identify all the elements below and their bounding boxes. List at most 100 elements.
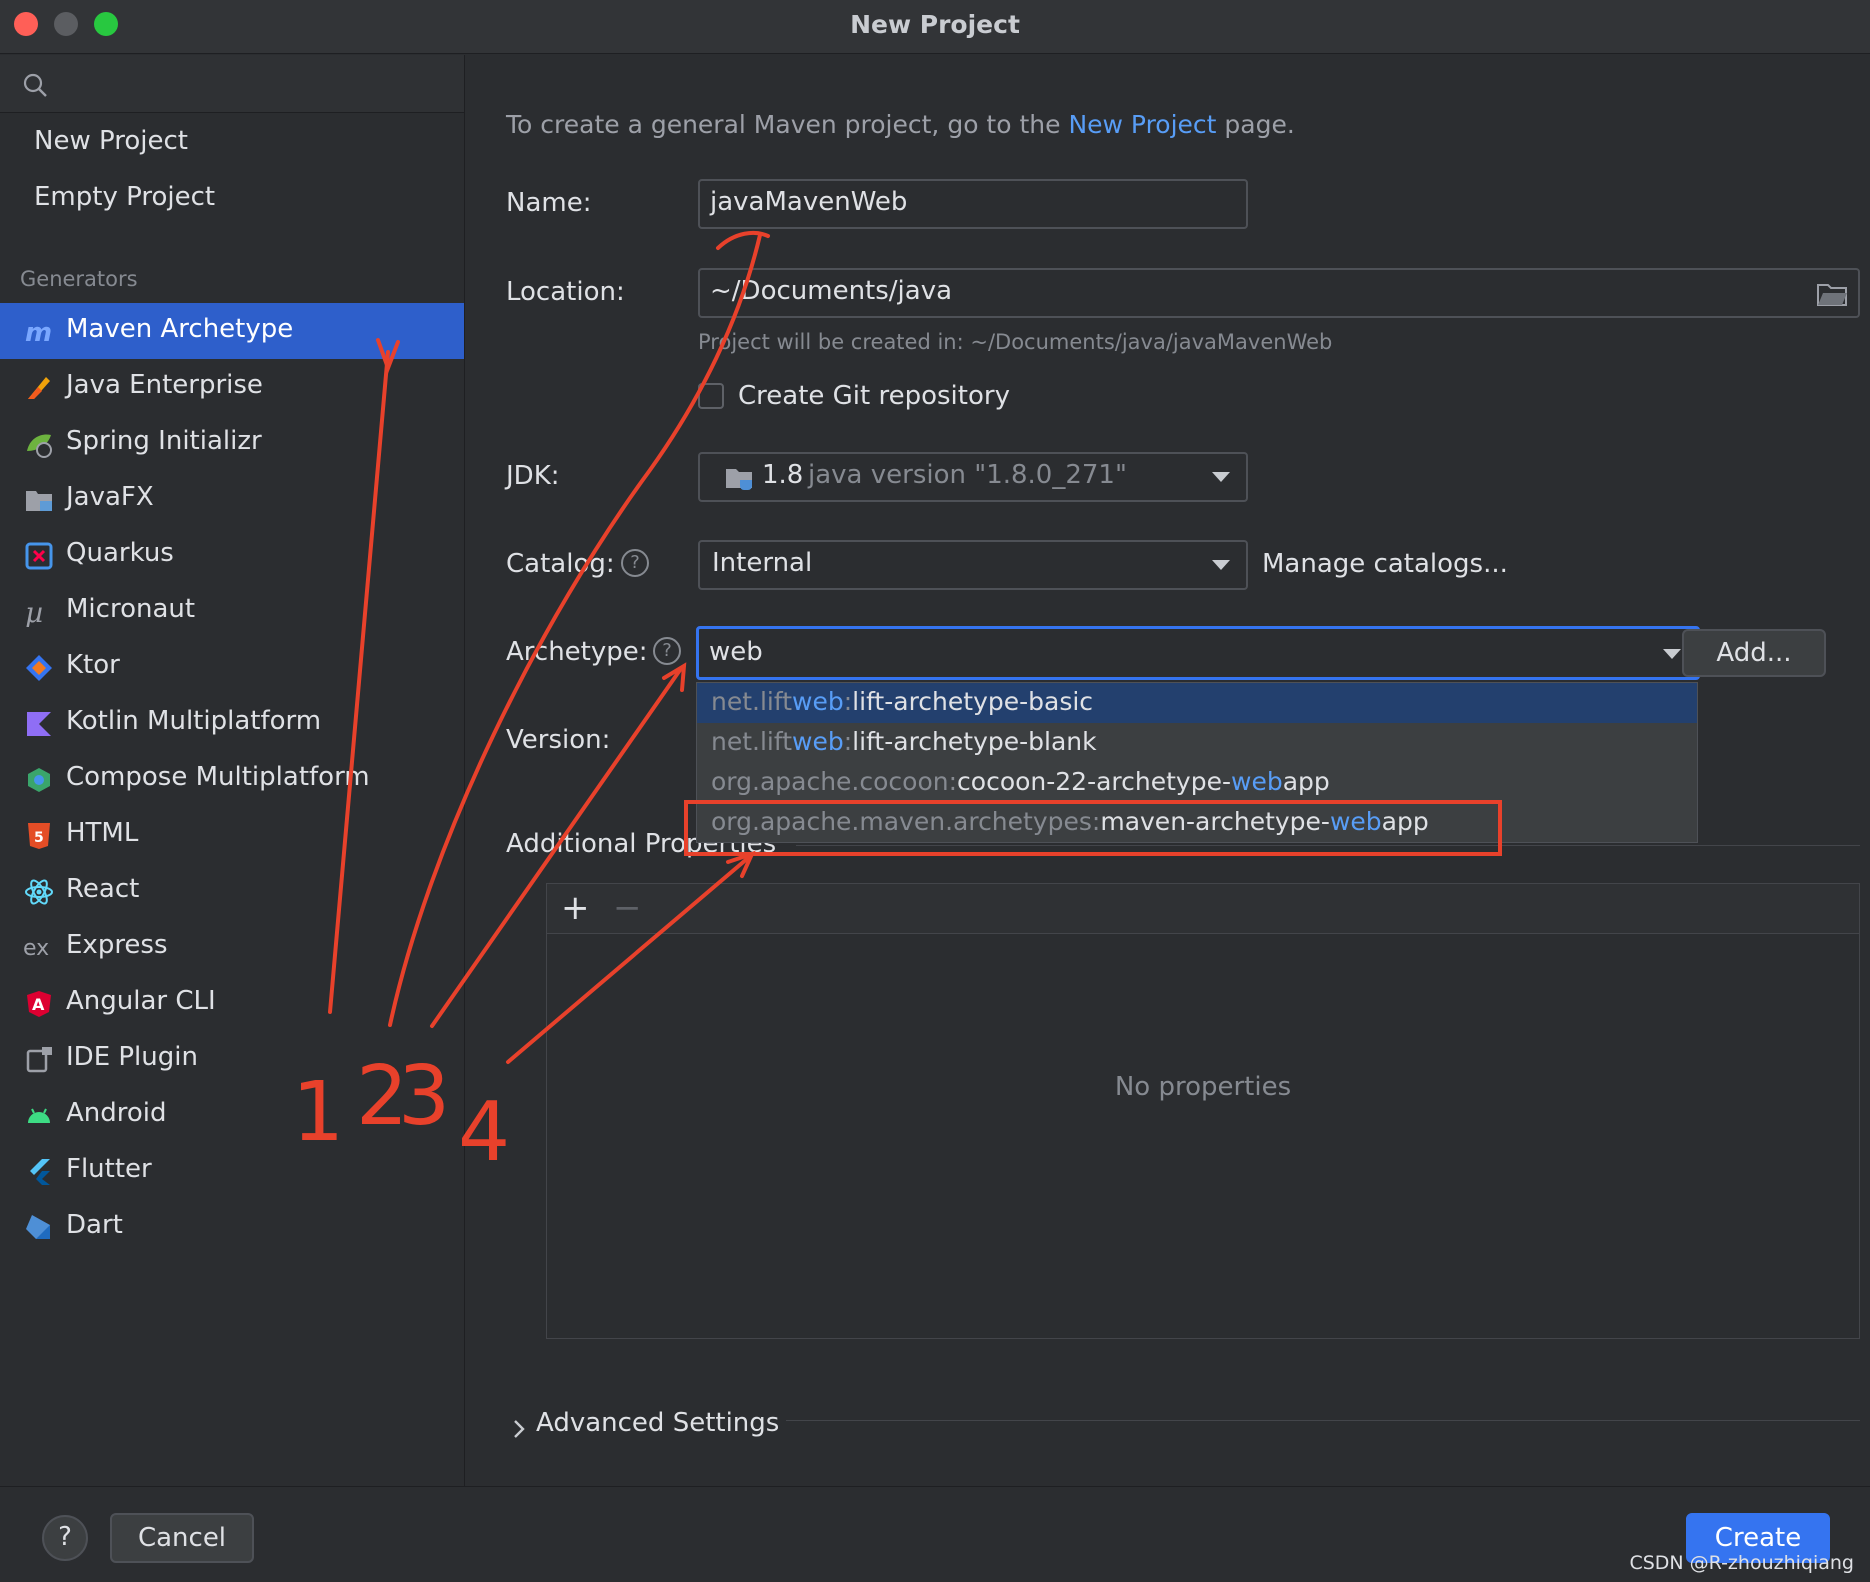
quarkus-icon <box>25 542 53 570</box>
archetype-option[interactable]: net.liftweb:lift-archetype-blank <box>697 723 1697 763</box>
option-artifact: lift-archetype-blank <box>852 727 1097 756</box>
watermark: CSDN @R-zhouzhiqiang <box>1629 1552 1854 1574</box>
chevron-down-icon <box>1212 560 1230 570</box>
option-artifact: cocoon-22-archetype- <box>957 767 1231 796</box>
micronaut-icon: µ <box>25 597 43 627</box>
sidebar-item-dart[interactable]: Dart <box>0 1199 464 1255</box>
sidebar-item-java-enterprise[interactable]: Java Enterprise <box>0 359 464 415</box>
sidebar-item-label: Kotlin Multiplatform <box>66 706 322 736</box>
sidebar-item-react[interactable]: React <box>0 863 464 919</box>
window-title: New Project <box>850 10 1020 39</box>
dialog-footer: ? Cancel Create <box>0 1486 1870 1582</box>
maven-icon: m <box>25 318 52 347</box>
cancel-button[interactable]: Cancel <box>110 1513 254 1563</box>
search-icon <box>23 73 47 97</box>
hint-text-end: page. <box>1216 110 1295 139</box>
location-label: Location: <box>506 277 625 307</box>
title-bar: New Project <box>0 0 1870 54</box>
archetype-option[interactable]: org.apache.cocoon:cocoon-22-archetype-we… <box>697 763 1697 803</box>
option-artifact: app <box>1381 807 1429 836</box>
add-archetype-button[interactable]: Add... <box>1682 629 1826 677</box>
sidebar-item-maven-archetype[interactable]: m Maven Archetype <box>0 303 464 359</box>
sidebar-item-quarkus[interactable]: Quarkus <box>0 527 464 583</box>
html5-icon: 5 <box>28 823 50 849</box>
archetype-option[interactable]: org.apache.maven.archetypes:maven-archet… <box>697 803 1697 843</box>
archetype-value: web <box>709 637 763 667</box>
main-panel: To create a general Maven project, go to… <box>466 55 1870 1486</box>
new-project-link[interactable]: New Project <box>1068 110 1216 139</box>
svg-text:ex: ex <box>24 936 49 961</box>
ide-plugin-icon <box>26 1047 52 1073</box>
sidebar-item-ide-plugin[interactable]: IDE Plugin <box>0 1031 464 1087</box>
sidebar-item-label: Quarkus <box>66 538 174 568</box>
name-label: Name: <box>506 188 592 218</box>
svg-text:5: 5 <box>34 830 44 846</box>
jdk-dropdown[interactable]: 1.8 java version "1.8.0_271" <box>698 452 1248 502</box>
empty-state-text: No properties <box>1114 1072 1292 1102</box>
catalog-help-icon[interactable]: ? <box>621 549 649 577</box>
remove-property-icon[interactable]: − <box>613 890 642 926</box>
option-group: org.apache.maven.archetypes: <box>711 807 1101 836</box>
option-artifact: lift-archetype-basic <box>852 687 1094 716</box>
kotlin-icon <box>27 712 51 736</box>
jdk-detail: java version "1.8.0_271" <box>808 460 1127 490</box>
sidebar-item-label: Android <box>66 1098 167 1128</box>
chevron-down-icon <box>1212 472 1230 482</box>
archetype-combobox[interactable]: web <box>696 626 1700 680</box>
svg-text:µ: µ <box>25 597 43 627</box>
catalog-dropdown[interactable]: Internal <box>698 540 1248 590</box>
manage-catalogs-link[interactable]: Manage catalogs... <box>1262 549 1508 579</box>
svg-text:A: A <box>32 995 45 1014</box>
advanced-settings-toggle[interactable]: Advanced Settings <box>536 1408 779 1438</box>
sidebar-item-label: Dart <box>66 1210 123 1240</box>
option-artifact: app <box>1282 767 1330 796</box>
android-icon <box>28 1108 50 1123</box>
sidebar-item-label: IDE Plugin <box>66 1042 198 1072</box>
javafx-icon <box>26 491 52 511</box>
sidebar-item-label: Express <box>66 930 168 960</box>
option-group: org.apache.cocoon: <box>711 767 958 796</box>
archetype-help-icon[interactable]: ? <box>653 637 681 665</box>
dart-icon <box>26 1215 50 1239</box>
jdk-label: JDK: <box>506 461 560 491</box>
express-icon: ex <box>24 936 49 961</box>
help-button[interactable]: ? <box>42 1515 88 1561</box>
sidebar-item-label: Spring Initializr <box>66 426 262 456</box>
sidebar-item-compose-multiplatform[interactable]: Compose Multiplatform <box>0 751 464 807</box>
sidebar-item-new-project[interactable]: New Project <box>34 126 188 156</box>
sidebar-item-angular-cli[interactable]: A Angular CLI <box>0 975 464 1031</box>
sidebar-item-empty-project[interactable]: Empty Project <box>34 182 215 212</box>
sidebar-search-input[interactable] <box>0 55 464 113</box>
sidebar-item-ktor[interactable]: Ktor <box>0 639 464 695</box>
create-git-label: Create Git repository <box>738 381 1010 411</box>
divider <box>796 845 1860 846</box>
location-value: ~/Documents/java <box>710 276 953 306</box>
option-artifact: maven-archetype- <box>1100 807 1330 836</box>
sidebar-item-html[interactable]: 5 HTML <box>0 807 464 863</box>
folder-browse-icon[interactable] <box>1816 281 1848 307</box>
version-label: Version: <box>506 725 611 755</box>
sidebar-item-android[interactable]: Android <box>0 1087 464 1143</box>
sidebar-item-micronaut[interactable]: µ Micronaut <box>0 583 464 639</box>
sidebar: New Project Empty Project Generators m M… <box>0 55 465 1486</box>
add-property-icon[interactable]: + <box>561 890 590 926</box>
option-group: : <box>843 727 853 756</box>
sidebar-item-flutter[interactable]: Flutter <box>0 1143 464 1199</box>
archetype-option[interactable]: net.liftweb:lift-archetype-basic <box>697 683 1697 723</box>
flutter-icon <box>30 1159 50 1185</box>
sidebar-item-spring-initializr[interactable]: Spring Initializr <box>0 415 464 471</box>
sidebar-item-javafx[interactable]: JavaFX <box>0 471 464 527</box>
sidebar-item-kotlin-multiplatform[interactable]: Kotlin Multiplatform <box>0 695 464 751</box>
name-field[interactable]: javaMavenWeb <box>698 179 1248 229</box>
create-git-checkbox[interactable] <box>698 383 724 409</box>
sidebar-item-label: Maven Archetype <box>66 314 294 344</box>
sidebar-item-label: Compose Multiplatform <box>66 762 370 792</box>
location-field[interactable]: ~/Documents/java <box>698 268 1860 318</box>
sidebar-item-express[interactable]: ex Express <box>0 919 464 975</box>
react-icon <box>25 879 53 905</box>
archetype-suggestions-list: net.liftweb:lift-archetype-basic net.lif… <box>696 682 1698 843</box>
chevron-right-icon[interactable] <box>510 1418 528 1440</box>
svg-text:m: m <box>25 318 52 347</box>
name-value: javaMavenWeb <box>710 187 908 217</box>
jdk-version: 1.8 <box>762 460 804 490</box>
